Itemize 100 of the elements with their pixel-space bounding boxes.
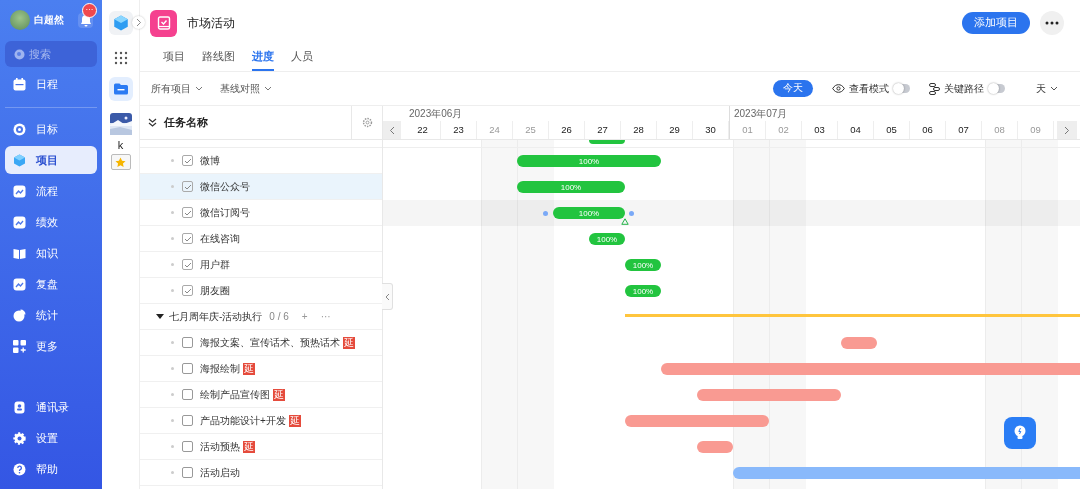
nav-item[interactable]: 设置 xyxy=(5,424,97,452)
check-icon xyxy=(183,261,192,268)
toggle-label: 查看模式 xyxy=(849,81,889,96)
chart-icon xyxy=(13,277,26,291)
task-name[interactable]: 海报绘制 xyxy=(200,361,240,376)
task-checkbox[interactable] xyxy=(182,285,193,296)
more-button[interactable] xyxy=(1040,11,1064,35)
day-label: 07 xyxy=(946,121,982,139)
chevron-icon xyxy=(384,292,390,301)
tab[interactable]: 进度 xyxy=(252,46,274,71)
check-icon xyxy=(183,235,192,242)
task-checkbox[interactable] xyxy=(182,389,193,400)
nav-item[interactable]: 更多 xyxy=(5,332,97,360)
task-name[interactable]: 活动预热 xyxy=(200,439,240,454)
task-name[interactable]: 微信公众号 xyxy=(200,179,250,194)
chevron-icon xyxy=(389,125,395,135)
drag-handle[interactable] xyxy=(629,211,634,216)
tab[interactable]: 路线图 xyxy=(202,46,235,71)
cube-icon[interactable] xyxy=(108,11,133,35)
chevron-icon xyxy=(1064,125,1070,135)
task-checkbox[interactable] xyxy=(182,233,193,244)
tab[interactable]: 项目 xyxy=(163,46,185,71)
task-name[interactable]: 绘制产品宣传图 xyxy=(200,387,270,402)
check-icon xyxy=(183,209,192,216)
add-project-button[interactable]: 添加项目 xyxy=(962,12,1030,34)
task-bar[interactable] xyxy=(697,441,733,453)
task-name[interactable]: 在线咨询 xyxy=(200,231,240,246)
task-name[interactable]: 微信订阅号 xyxy=(200,205,250,220)
task-name[interactable]: 产品功能设计+开发 xyxy=(200,413,286,428)
task-name[interactable]: 海报文案、宣传话术、预热话术 xyxy=(200,335,340,350)
toggle-switch[interactable] xyxy=(894,84,910,93)
day-label: 08 xyxy=(982,121,1018,139)
nav-item[interactable]: 流程 xyxy=(5,177,97,205)
day-label: 05 xyxy=(874,121,910,139)
contact-icon xyxy=(13,400,26,414)
check-icon xyxy=(183,287,192,294)
task-checkbox[interactable] xyxy=(182,259,193,270)
nav-item[interactable]: 帮助 xyxy=(5,455,97,483)
search-field[interactable]: 搜索 xyxy=(5,41,97,67)
filter-dropdown[interactable]: 所有项目 xyxy=(151,81,203,96)
task-checkbox[interactable] xyxy=(182,441,193,452)
day-label: 09 xyxy=(1018,121,1054,139)
tab[interactable]: 人员 xyxy=(291,46,313,71)
nav-item[interactable]: 通讯录 xyxy=(5,393,97,421)
filter-dropdown[interactable]: 基线对照 xyxy=(220,81,272,96)
task-checkbox[interactable] xyxy=(182,181,193,192)
task-name[interactable]: 朋友圈 xyxy=(200,283,230,298)
apps-icon[interactable] xyxy=(113,51,128,65)
month-label: 2023年06月 xyxy=(409,106,463,121)
day-label: 03 xyxy=(802,121,838,139)
today-button[interactable]: 今天 xyxy=(773,80,813,97)
scale-dropdown[interactable]: 天 xyxy=(1036,81,1058,96)
settings-icon[interactable] xyxy=(361,117,373,128)
user-name: 白超然 xyxy=(34,13,64,27)
task-name[interactable]: 活动启动 xyxy=(200,465,240,480)
task-count: 0 / 6 xyxy=(269,311,289,322)
chart-icon xyxy=(13,184,26,198)
lightbulb-button[interactable] xyxy=(1004,417,1036,449)
task-checkbox[interactable] xyxy=(182,155,193,166)
previous-button[interactable] xyxy=(383,121,401,139)
eye-icon xyxy=(832,84,845,93)
task-checkbox[interactable] xyxy=(182,467,193,478)
nav-item[interactable]: 绩效 xyxy=(5,208,97,236)
nav-item[interactable]: 目标 xyxy=(5,115,97,143)
grid-icon xyxy=(13,339,26,353)
expand-button[interactable] xyxy=(132,16,145,29)
toggle-switch[interactable] xyxy=(989,84,1005,93)
nav-item[interactable]: 统计 xyxy=(5,301,97,329)
avatar[interactable] xyxy=(10,10,30,30)
task-name[interactable]: 用户群 xyxy=(200,257,230,272)
book-icon xyxy=(13,246,26,260)
day-label: 01 xyxy=(730,121,766,139)
group-name[interactable]: 七月周年庆-活动执行 xyxy=(169,309,263,324)
day-label: 29 xyxy=(657,121,693,139)
nav-item[interactable]: 日程 xyxy=(5,70,97,98)
task-bar[interactable] xyxy=(589,140,625,144)
nav-item[interactable]: 复盘 xyxy=(5,270,97,298)
task-checkbox[interactable] xyxy=(182,337,193,348)
target-icon xyxy=(13,122,26,136)
day-label: 04 xyxy=(838,121,874,139)
drag-handle[interactable] xyxy=(543,211,548,216)
task-bar[interactable] xyxy=(841,337,877,349)
notification-badge: ··· xyxy=(82,3,97,18)
nav-item[interactable]: 项目 xyxy=(5,146,97,174)
task-checkbox[interactable] xyxy=(182,207,193,218)
task-checkbox[interactable] xyxy=(182,415,193,426)
chevron-icon xyxy=(135,18,142,27)
more-icon xyxy=(1045,21,1059,25)
task-name[interactable]: 微博 xyxy=(200,153,220,168)
folder-icon[interactable] xyxy=(108,77,133,101)
day-label: 06 xyxy=(910,121,946,139)
day-label: 22 xyxy=(405,121,441,139)
collapse-all-icon[interactable] xyxy=(148,118,157,127)
day-label: 25 xyxy=(513,121,549,139)
project-icon xyxy=(150,9,177,37)
task-checkbox[interactable] xyxy=(182,363,193,374)
calendar-icon xyxy=(13,77,26,91)
more-button[interactable]: ··· xyxy=(320,311,331,322)
nav-item[interactable]: 知识 xyxy=(5,239,97,267)
caret-icon[interactable] xyxy=(156,313,164,320)
